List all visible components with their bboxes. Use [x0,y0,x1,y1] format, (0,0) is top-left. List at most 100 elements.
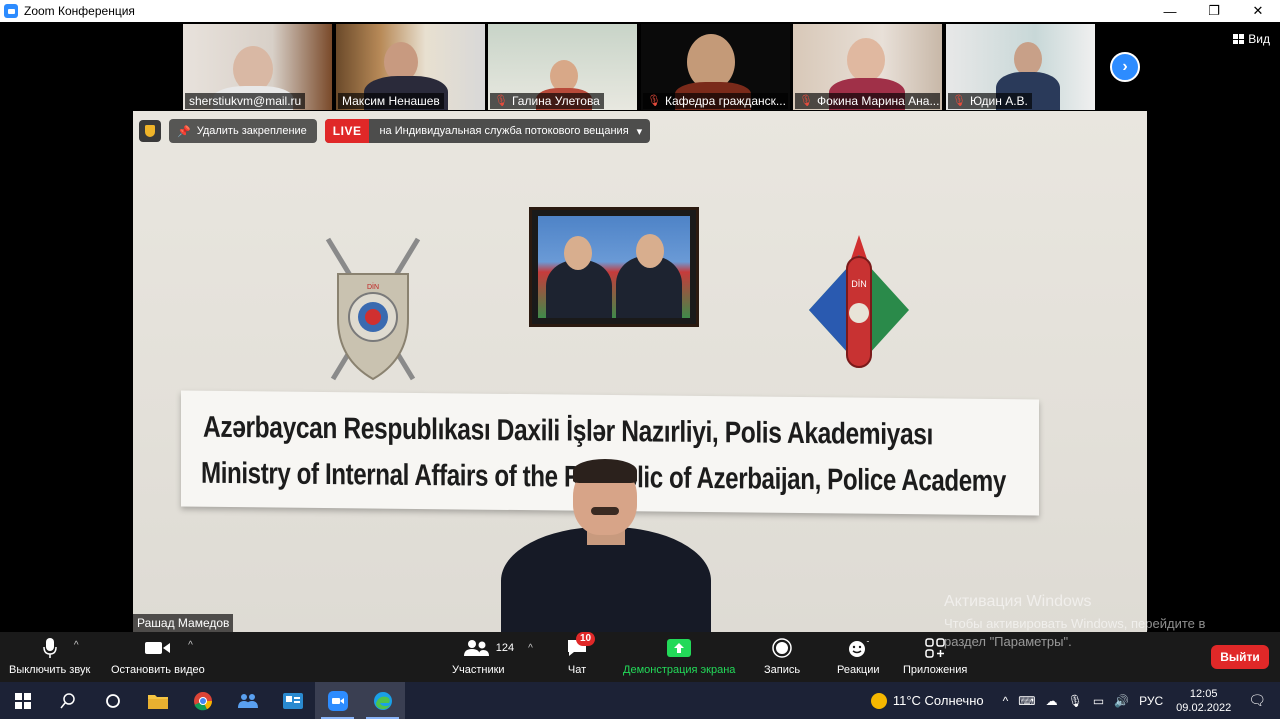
taskbar-app-people[interactable] [225,682,270,719]
participant-name: sherstiukvm@mail.ru [185,93,306,109]
chevron-up-icon[interactable]: ^ [1003,694,1009,708]
participant-strip: sherstiukvm@mail.ru Максим Ненашев 🎙 Гали… [0,22,1280,110]
participants-count: 124 [495,642,515,654]
clock-time: 12:05 [1189,687,1218,700]
windows-activation-title: Активация Windows [944,593,1092,610]
record-button[interactable]: Запись [764,636,800,676]
id-card-icon [282,692,303,709]
mic-muted-icon: 🎙 [647,95,661,107]
windows-logo-icon [14,692,31,709]
title-bar: Zoom Конференция — ❐ ✕ [0,0,1280,22]
notifications-icon[interactable]: 🗨 [1248,692,1266,709]
taskbar-edge[interactable] [360,682,405,719]
emblem-left-text: DİN [367,282,379,291]
windows-taskbar: 11°C Солнечно ^ ⌨ ☁ 🎙 ▭ 🔊 РУС 12:05 09.0… [0,682,1280,719]
police-emblem-left: DİN [325,237,421,381]
participant-thumbnail[interactable]: sherstiukvm@mail.ru [183,24,332,110]
wall-portrait [529,207,699,327]
share-screen-button[interactable]: Демонстрация экрана [623,636,735,676]
live-stream-text: на Индивидуальная служба потокового веща… [379,125,629,137]
reactions-button[interactable]: + Реакции [837,636,880,676]
chat-unread-badge: 10 [576,632,596,646]
microphone-icon [42,638,57,658]
participant-name: 🎙 Юдин А.В. [948,93,1032,109]
people-icon [237,693,258,708]
taskbar-zoom[interactable] [315,682,360,719]
caret-up-icon[interactable]: ^ [528,643,533,654]
speaker-figure [501,459,711,632]
taskbar-chrome[interactable] [180,682,225,719]
participant-name: 🎙 Кафедра гражданск... [643,93,788,109]
participant-thumbnail[interactable]: 🎙 Фокина Марина Ана... [793,24,942,110]
zoom-icon [327,690,348,711]
taskbar-app-id[interactable] [270,682,315,719]
network-icon[interactable]: ▭ [1093,694,1104,708]
edge-icon [373,691,392,710]
window-title: Zoom Конференция [24,4,135,18]
mic-muted-icon: 🎙 [952,95,966,107]
participant-thumbnail[interactable]: 🎙 Кафедра гражданск... [641,24,790,110]
chrome-icon [193,691,212,710]
search-icon [59,692,75,708]
pin-icon: 📌 [177,125,191,138]
weather-widget[interactable]: 11°C Солнечно [870,692,984,709]
participant-thumbnail[interactable]: Максим Ненашев [336,24,485,110]
banner-line-az: Azərbaycan Respublıkası Daxili İşlər Naz… [203,410,933,452]
mic-muted-icon: 🎙 [494,95,508,107]
close-button[interactable]: ✕ [1236,0,1280,22]
caret-down-icon: ▾ [636,125,643,138]
speaker-name: Рашад Мамедов [133,614,234,632]
participant-thumbnail[interactable]: 🎙 Юдин А.В. [946,24,1095,110]
caret-up-icon[interactable]: ^ [188,640,193,651]
smiley-icon: + [849,638,869,657]
search-button[interactable] [45,682,90,719]
volume-icon[interactable]: 🔊 [1114,694,1129,708]
live-badge: LIVE [324,119,370,143]
video-camera-icon [144,642,170,654]
unpin-button[interactable]: 📌 Удалить закрепление [169,119,317,143]
maximize-button[interactable]: ❐ [1192,0,1236,22]
clock-date: 09.02.2022 [1176,701,1232,714]
minimize-button[interactable]: — [1148,0,1192,22]
sun-icon [870,692,887,709]
next-page-button[interactable]: › [1110,52,1140,82]
folder-icon [147,694,168,709]
system-tray: 11°C Солнечно ^ ⌨ ☁ 🎙 ▭ 🔊 РУС 12:05 09.0… [870,682,1280,719]
participant-name: 🎙 Галина Улетова [490,93,604,109]
task-view-button[interactable] [90,682,135,719]
taskbar-explorer[interactable] [135,682,180,719]
caret-up-icon[interactable]: ^ [74,640,79,651]
view-button[interactable]: Вид [1233,32,1270,46]
live-stream-indicator[interactable]: LIVE на Индивидуальная служба потокового… [324,119,651,143]
participants-icon [463,640,489,656]
apps-icon [925,638,945,658]
cloud-icon[interactable]: ☁ [1046,694,1058,708]
participant-name: Максим Ненашев [338,93,444,109]
emblem-right-text: DİN [851,279,867,289]
video-overlay-controls: 📌 Удалить закрепление LIVE на Индивидуал… [139,119,651,143]
language-indicator[interactable]: РУС [1139,694,1163,708]
svg-text:+: + [866,638,869,646]
zoom-app-icon [4,4,18,18]
main-video[interactable]: 📌 Удалить закрепление LIVE на Индивидуал… [133,111,1147,632]
share-screen-icon [667,639,692,657]
stop-video-button[interactable]: ^ Остановить видео [111,636,205,676]
participant-name: 🎙 Фокина Марина Ана... [795,93,940,109]
participants-button[interactable]: 124 ^ Участники [452,636,545,676]
start-button[interactable] [0,682,45,719]
microphone-tray-icon[interactable]: 🎙 [1068,694,1083,708]
chevron-right-icon: › [1122,58,1128,75]
police-emblem-right: DİN [809,235,909,368]
clock[interactable]: 12:05 09.02.2022 [1176,687,1231,715]
record-icon [772,638,792,658]
keyboard-icon[interactable]: ⌨ [1018,694,1035,708]
mute-button[interactable]: ^ Выключить звук [9,636,90,676]
chat-button[interactable]: 10 Чат [566,632,596,676]
windows-activation-text: Чтобы активировать Windows, перейдите в … [944,616,1206,649]
mic-muted-icon: 🎙 [799,95,813,107]
task-view-icon [105,693,120,708]
participant-thumbnail[interactable]: 🎙 Галина Улетова [488,24,637,110]
grid-icon [1233,34,1245,44]
security-shield-icon[interactable] [139,120,161,142]
window-controls: — ❐ ✕ [1148,0,1280,22]
